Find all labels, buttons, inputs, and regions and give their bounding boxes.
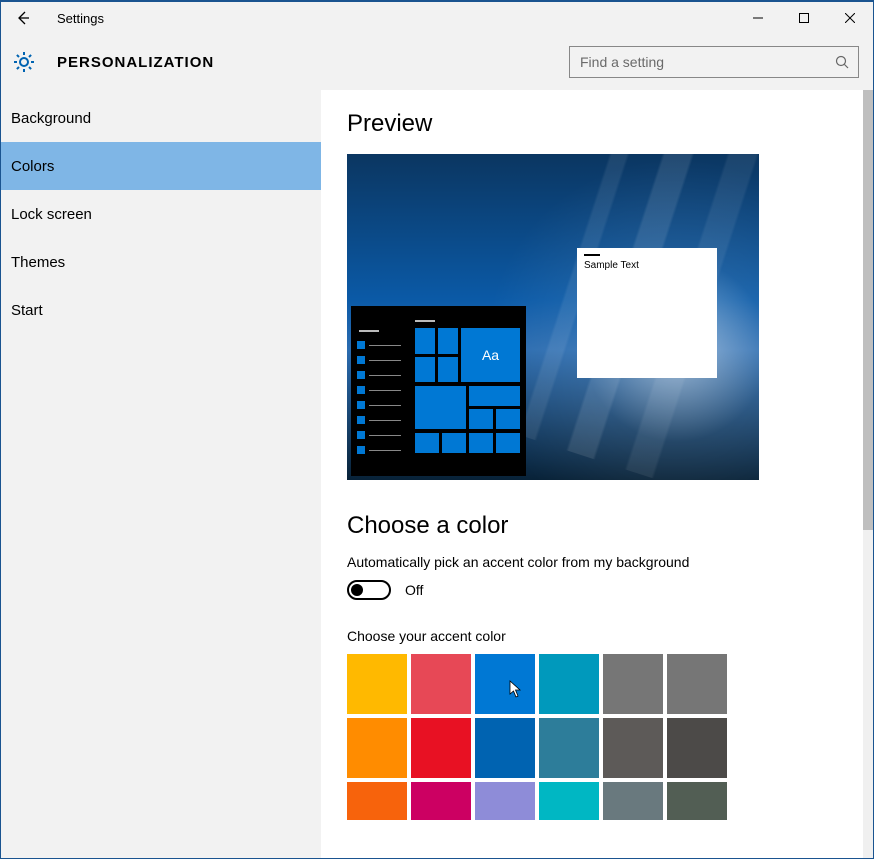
search-icon: [826, 55, 858, 69]
page-title: PERSONALIZATION: [37, 54, 214, 71]
preview-start-tiles: Aa: [415, 320, 520, 472]
preview-tile-aa: Aa: [461, 328, 520, 382]
sidebar-item-colors[interactable]: Colors: [1, 142, 321, 190]
minimize-icon: [753, 13, 763, 23]
accent-swatch[interactable]: [411, 718, 471, 778]
accent-swatch[interactable]: [411, 782, 471, 820]
content-area: Preview Sample Text: [321, 90, 873, 858]
accent-swatch[interactable]: [347, 718, 407, 778]
accent-swatch[interactable]: [667, 718, 727, 778]
scroll-thumb[interactable]: [863, 90, 873, 530]
close-button[interactable]: [827, 2, 873, 34]
accent-swatch[interactable]: [539, 654, 599, 714]
sidebar-item-background[interactable]: Background: [1, 94, 321, 142]
sidebar-item-themes[interactable]: Themes: [1, 238, 321, 286]
accent-swatch[interactable]: [539, 718, 599, 778]
title-bar: Settings: [1, 2, 873, 34]
accent-swatch[interactable]: [603, 718, 663, 778]
back-arrow-icon: [15, 10, 31, 26]
window-controls: [735, 2, 873, 34]
preview-start-list: [357, 320, 415, 472]
preview-window-text: Sample Text: [577, 260, 717, 271]
search-box[interactable]: [569, 46, 859, 78]
preview-heading: Preview: [347, 110, 873, 138]
accent-swatch[interactable]: [411, 654, 471, 714]
search-input[interactable]: [570, 54, 826, 70]
accent-swatch[interactable]: [667, 782, 727, 820]
sidebar: Background Colors Lock screen Themes Sta…: [1, 90, 321, 858]
sidebar-item-start[interactable]: Start: [1, 286, 321, 334]
preview-window-accent-icon: [584, 254, 600, 256]
accent-swatch[interactable]: [347, 654, 407, 714]
window-title: Settings: [45, 11, 104, 26]
maximize-button[interactable]: [781, 2, 827, 34]
accent-swatch[interactable]: [539, 782, 599, 820]
minimize-button[interactable]: [735, 2, 781, 34]
gear-icon: [11, 49, 37, 75]
accent-swatch[interactable]: [347, 782, 407, 820]
accent-swatch[interactable]: [603, 782, 663, 820]
toggle-knob-icon: [351, 584, 363, 596]
back-button[interactable]: [1, 2, 45, 34]
close-icon: [845, 13, 855, 23]
accent-color-label: Choose your accent color: [347, 628, 873, 644]
auto-pick-label: Automatically pick an accent color from …: [347, 554, 873, 570]
scrollbar[interactable]: [863, 90, 873, 858]
maximize-icon: [799, 13, 809, 23]
accent-color-grid: [347, 654, 873, 820]
preview-sample-window: Sample Text: [577, 248, 717, 378]
accent-swatch[interactable]: [475, 782, 535, 820]
sidebar-item-lock-screen[interactable]: Lock screen: [1, 190, 321, 238]
preview-start-menu: Aa: [351, 306, 526, 476]
preview-panel: Sample Text: [347, 154, 759, 480]
toggle-state-label: Off: [405, 582, 423, 598]
choose-color-heading: Choose a color: [347, 512, 873, 540]
accent-swatch[interactable]: [475, 718, 535, 778]
accent-swatch[interactable]: [667, 654, 727, 714]
accent-swatch[interactable]: [603, 654, 663, 714]
accent-swatch[interactable]: [475, 654, 535, 714]
header-bar: PERSONALIZATION: [1, 34, 873, 90]
cursor-icon: [509, 680, 523, 698]
auto-pick-toggle[interactable]: [347, 580, 391, 600]
